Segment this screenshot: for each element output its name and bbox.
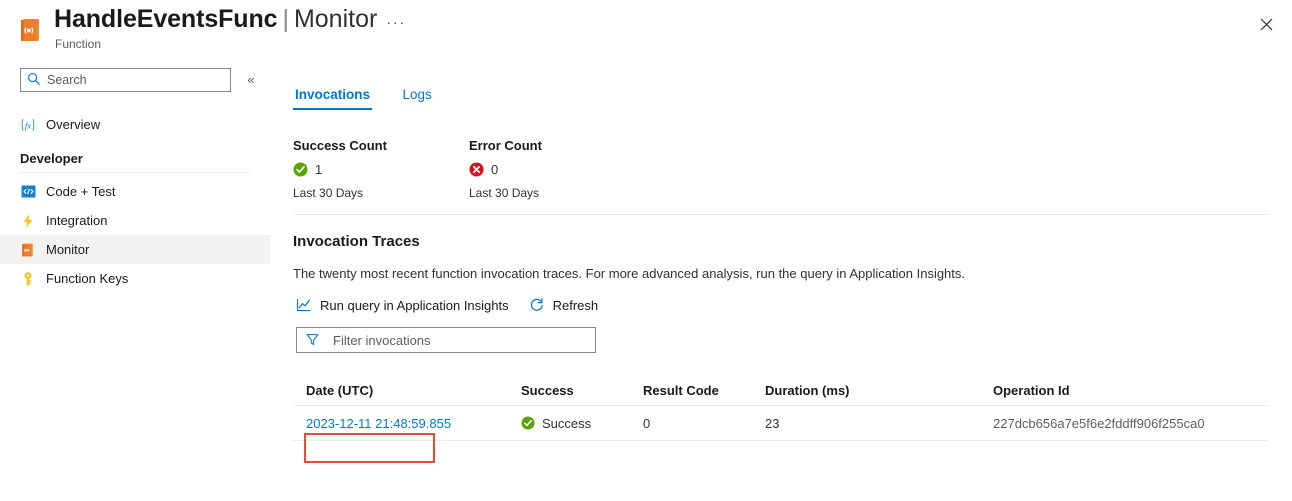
collapse-sidebar-button[interactable]: « [241,70,261,90]
sidebar-item-label: Function Keys [46,271,128,286]
tab-logs[interactable]: Logs [400,87,433,110]
metrics-row: Success Count 1 Last 30 Days Error Count [293,138,1292,210]
sidebar-item-monitor[interactable]: Monitor [0,235,270,264]
search-box[interactable] [20,68,231,92]
success-check-icon [293,162,308,177]
resource-name: HandleEventsFunc [54,5,277,33]
metric-subtext: Last 30 Days [469,186,542,200]
title-separator: | [277,5,294,33]
blade-content: Invocations Logs Success Count 1 Last 30… [270,60,1292,501]
sidebar-item-label: Integration [46,213,107,228]
command-label: Refresh [553,298,599,313]
column-header-success[interactable]: Success [521,383,643,398]
sidebar-item-code-and-test[interactable]: Code + Test [0,177,270,206]
success-label: Success [542,416,591,431]
section-title-invocation-traces: Invocation Traces [293,233,1292,250]
sidebar-group-title-developer: Developer [0,139,270,172]
table-header-row: Date (UTC) Success Result Code Duration … [293,375,1268,405]
filter-invocations-input[interactable] [331,332,581,349]
sidebar-item-function-keys[interactable]: Function Keys [0,264,270,293]
metric-value: 1 [315,162,322,177]
cell-date: 2023-12-11 21:48:59.855 [293,416,521,431]
blade-sidebar: « fx Overview Developer [0,60,270,501]
command-label: Run query in Application Insights [320,298,509,313]
tab-invocations[interactable]: Invocations [293,87,372,110]
refresh-icon [529,297,545,313]
more-menu-button[interactable]: ··· [384,12,408,34]
column-header-result-code[interactable]: Result Code [643,383,765,398]
close-icon[interactable] [1250,8,1282,40]
sidebar-item-integration[interactable]: Integration [0,206,270,235]
sidebar-divider [20,172,250,173]
sidebar-search-row: « [0,68,270,100]
lightning-bolt-icon [20,213,36,229]
metric-value-row: 0 [469,162,542,177]
run-query-button[interactable]: Run query in Application Insights [296,297,509,313]
table-row-divider [293,440,1268,441]
funnel-filter-icon [305,332,321,348]
column-header-duration[interactable]: Duration (ms) [765,383,993,398]
metric-success-count: Success Count 1 Last 30 Days [293,138,387,200]
code-brackets-icon [20,184,36,200]
section-description: The twenty most recent function invocati… [293,266,1292,281]
monitor-book-icon [20,242,36,258]
cell-result-code: 0 [643,416,765,431]
function-fx-icon: fx [20,117,36,133]
table-row[interactable]: 2023-12-11 21:48:59.855 Success 0 23 227… [293,406,1268,440]
error-x-icon [469,162,484,177]
refresh-button[interactable]: Refresh [529,297,599,313]
metric-title: Error Count [469,138,542,153]
metric-value: 0 [491,162,498,177]
search-input[interactable] [43,72,213,88]
cell-duration: 23 [765,416,993,431]
invocation-traces-table: Date (UTC) Success Result Code Duration … [293,375,1268,441]
column-header-date[interactable]: Date (UTC) [293,383,521,398]
sidebar-item-overview[interactable]: fx Overview [0,110,270,139]
svg-text:fx: fx [25,120,31,130]
sidebar-item-label: Overview [46,117,100,132]
metric-value-row: 1 [293,162,387,177]
azure-portal-blade: HandleEventsFunc|Monitor ··· Function « [0,0,1292,501]
metric-error-count: Error Count 0 Last 30 Days [469,138,542,200]
sidebar-item-label: Monitor [46,242,89,257]
resource-type-label: Function [55,37,101,51]
cell-success: Success [521,416,643,431]
filter-invocations-box[interactable] [296,327,596,353]
sidebar-item-label: Code + Test [46,184,116,199]
section-divider [293,214,1269,215]
page-title: HandleEventsFunc|Monitor [54,5,377,34]
success-check-icon [521,416,535,430]
column-header-operation-id[interactable]: Operation Id [993,383,1253,398]
command-bar: Run query in Application Insights Refres… [296,297,1292,313]
search-icon [27,72,43,88]
line-chart-icon [296,297,312,313]
tab-bar: Invocations Logs [293,86,1292,124]
invocation-date-link[interactable]: 2023-12-11 21:48:59.855 [306,416,451,431]
metric-subtext: Last 30 Days [293,186,387,200]
function-app-icon [17,16,45,44]
blade-header: HandleEventsFunc|Monitor ··· Function [0,0,1292,60]
key-icon [20,271,36,287]
metric-title: Success Count [293,138,387,153]
blade-name: Monitor [294,5,377,33]
cell-operation-id: 227dcb656a7e5f6e2fddff906f255ca0 [993,416,1253,431]
